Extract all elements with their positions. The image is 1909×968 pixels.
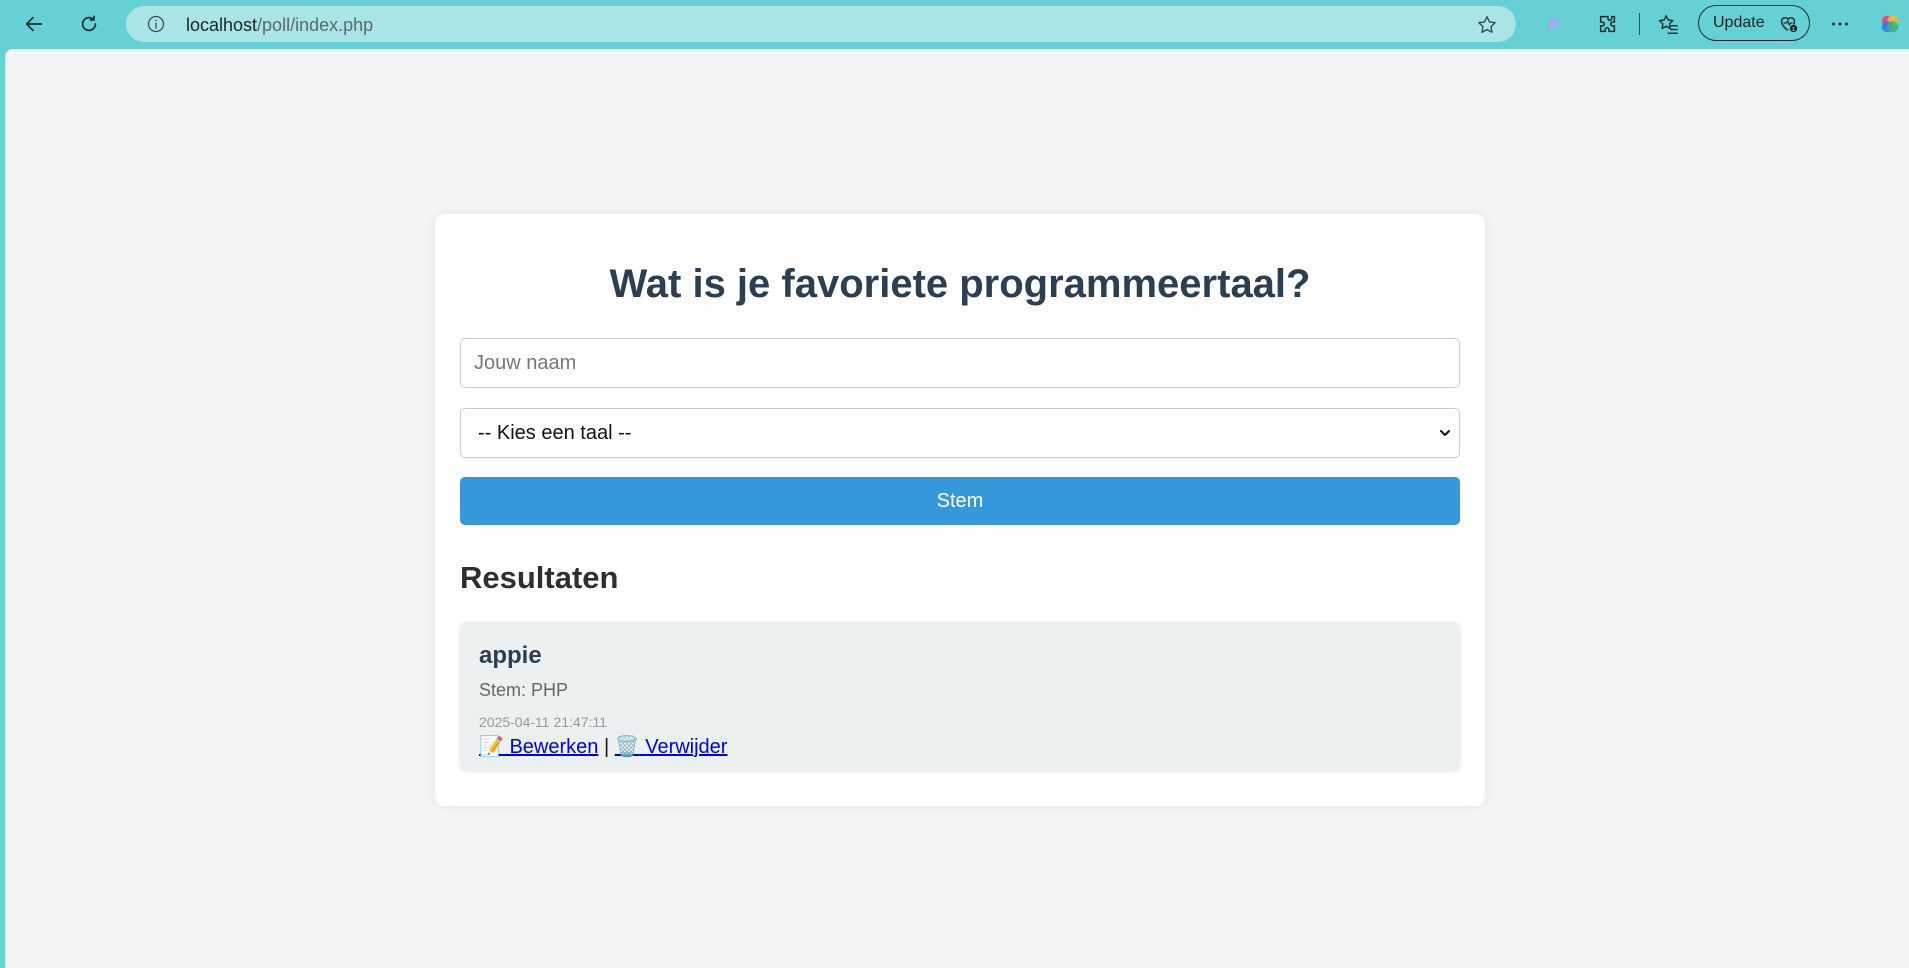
edit-link-label: Bewerken <box>509 736 599 758</box>
favorites-icon[interactable] <box>1650 6 1686 42</box>
result-actions: 📝 Bewerken | 🗑️ Verwijder <box>479 734 727 759</box>
url-host: localhost <box>186 15 258 35</box>
edit-link[interactable]: 📝 Bewerken <box>479 736 598 758</box>
info-icon[interactable] <box>146 14 166 34</box>
language-select-value: -- Kies een taal -- <box>478 422 632 444</box>
delete-link[interactable]: 🗑️ Verwijder <box>615 736 728 758</box>
svg-text:1: 1 <box>1792 27 1795 33</box>
result-voter-name: appie <box>479 642 542 669</box>
pencil-icon: 📝 <box>479 736 504 758</box>
back-arrow-icon[interactable] <box>16 6 52 42</box>
star-icon[interactable] <box>1476 14 1498 36</box>
result-timestamp: 2025-04-11 21:47:11 <box>479 714 607 730</box>
edge-copilot-icon[interactable] <box>1872 6 1908 42</box>
results-heading: Resultaten <box>460 560 619 595</box>
update-button[interactable]: Update 1 <box>1698 5 1810 41</box>
update-label: Update <box>1713 14 1765 31</box>
page-viewport: Wat is je favoriete programmeertaal? -- … <box>5 49 1909 968</box>
browser-toolbar: localhost/poll/index.php Update 1 <box>0 0 1909 48</box>
language-select[interactable]: -- Kies een taal -- <box>460 408 1460 458</box>
trash-icon: 🗑️ <box>614 736 640 758</box>
address-bar[interactable]: localhost/poll/index.php <box>126 6 1516 42</box>
reload-icon[interactable] <box>71 6 107 42</box>
chevron-down-icon <box>1437 425 1453 441</box>
delete-link-label: Verwijder <box>645 736 728 758</box>
toolbar-separator <box>1639 13 1640 35</box>
poll-title: Wat is je favoriete programmeertaal? <box>609 262 1311 306</box>
extensions-icon[interactable] <box>1590 6 1626 42</box>
heart-icon: 1 <box>1777 12 1799 34</box>
poll-card: Wat is je favoriete programmeertaal? -- … <box>435 214 1485 806</box>
more-icon[interactable] <box>1822 6 1858 42</box>
url-path: /poll/index.php <box>257 15 374 35</box>
copilot-icon[interactable] <box>1535 6 1571 42</box>
vote-button[interactable]: Stem <box>460 477 1460 525</box>
url-text[interactable]: localhost/poll/index.php <box>186 15 373 36</box>
action-separator: | <box>603 736 610 758</box>
result-vote: Stem: PHP <box>479 680 569 700</box>
name-input[interactable] <box>460 338 1460 388</box>
result-item: appie Stem: PHP 2025-04-11 21:47:11 📝 Be… <box>460 622 1460 770</box>
